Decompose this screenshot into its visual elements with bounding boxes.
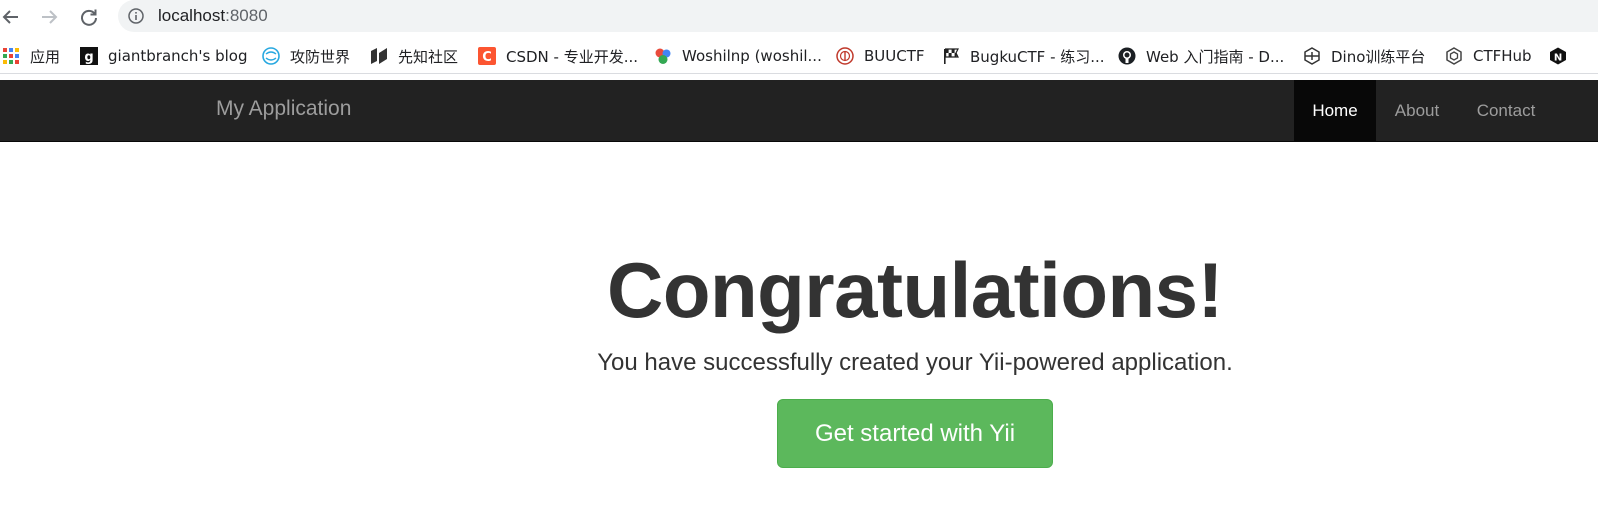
bookmark-label: 攻防世界	[290, 47, 351, 66]
url-host: localhost	[158, 6, 226, 25]
info-icon[interactable]	[128, 8, 144, 24]
bookmark-label: 应用	[30, 47, 61, 66]
buuctf-logo-icon	[836, 47, 854, 65]
bookmark-woshilnp[interactable]: Woshilnp (woshil...	[654, 46, 822, 66]
bookmark-gongfang[interactable]: 攻防世界	[262, 46, 350, 66]
ctfhub-logo-icon	[1445, 47, 1463, 65]
bookmark-web-guide[interactable]: Web 入门指南 - D...	[1118, 46, 1284, 66]
bookmark-label: CSDN - 专业开发...	[506, 47, 639, 66]
address-bar[interactable]: localhost:8080	[118, 0, 1598, 32]
bookmark-label: 先知社区	[398, 47, 459, 66]
nav-contact[interactable]: Contact	[1458, 80, 1554, 141]
bookmarks-bar: 应用 g giantbranch's blog 攻防世界 先知社区 C CSDN…	[0, 40, 1598, 74]
jumbotron-title: Congratulations!	[607, 246, 1223, 334]
svg-text:C: C	[482, 50, 492, 65]
bookmark-label: BugkuCTF - 练习...	[970, 47, 1105, 66]
url-text: localhost:8080	[158, 6, 268, 26]
app-navbar: My Application Home About Contact	[0, 80, 1598, 142]
browser-toolbar: localhost:8080	[0, 0, 1598, 34]
dino-logo-icon	[1303, 47, 1321, 65]
bookmark-apps[interactable]: 应用	[2, 46, 60, 66]
bookmark-label: Web 入门指南 - D...	[1146, 47, 1285, 66]
svg-text:g: g	[84, 50, 93, 65]
bookmark-label: Woshilnp (woshil...	[682, 47, 822, 65]
nav-home[interactable]: Home	[1294, 80, 1376, 141]
bookmark-label: giantbranch's blog	[108, 47, 248, 65]
bookmark-ctfhub[interactable]: CTFHub	[1445, 46, 1532, 66]
apps-grid-icon	[2, 47, 20, 65]
globe-icon	[262, 47, 280, 65]
arrow-left-icon	[1, 7, 21, 27]
n-logo-icon: N	[1549, 47, 1567, 65]
back-button[interactable]	[0, 3, 25, 31]
svg-text:N: N	[1554, 53, 1562, 64]
colored-dots-icon	[654, 47, 672, 65]
reload-button[interactable]	[75, 3, 103, 31]
bookmark-label: BUUCTF	[864, 47, 925, 65]
bookmark-n[interactable]: N	[1549, 46, 1577, 66]
url-port: :8080	[225, 6, 268, 25]
bookmark-label: Dino训练平台	[1331, 47, 1426, 66]
bookmark-buuctf[interactable]: BUUCTF	[836, 46, 925, 66]
reload-icon	[79, 7, 99, 27]
bookmark-bugkuctf[interactable]: BugkuCTF - 练习...	[942, 46, 1105, 66]
navbar-brand[interactable]: My Application	[216, 97, 351, 121]
csdn-logo-icon: C	[478, 47, 496, 65]
xianzhi-logo-icon	[370, 47, 388, 65]
checkered-flag-icon	[942, 47, 960, 65]
bookmark-giantbranch[interactable]: g giantbranch's blog	[80, 46, 248, 66]
forward-button[interactable]	[35, 3, 63, 31]
arrow-right-icon	[39, 7, 59, 27]
jumbotron-lead: You have successfully created your Yii-p…	[597, 349, 1233, 376]
get-started-button[interactable]: Get started with Yii	[777, 399, 1053, 468]
github-icon	[1118, 47, 1136, 65]
bookmark-csdn[interactable]: C CSDN - 专业开发...	[478, 46, 638, 66]
nav-about[interactable]: About	[1376, 80, 1458, 141]
g-logo-icon: g	[80, 47, 98, 65]
bookmark-label: CTFHub	[1473, 47, 1532, 65]
bookmark-dino[interactable]: Dino训练平台	[1303, 46, 1425, 66]
bookmark-xianzhi[interactable]: 先知社区	[370, 46, 458, 66]
